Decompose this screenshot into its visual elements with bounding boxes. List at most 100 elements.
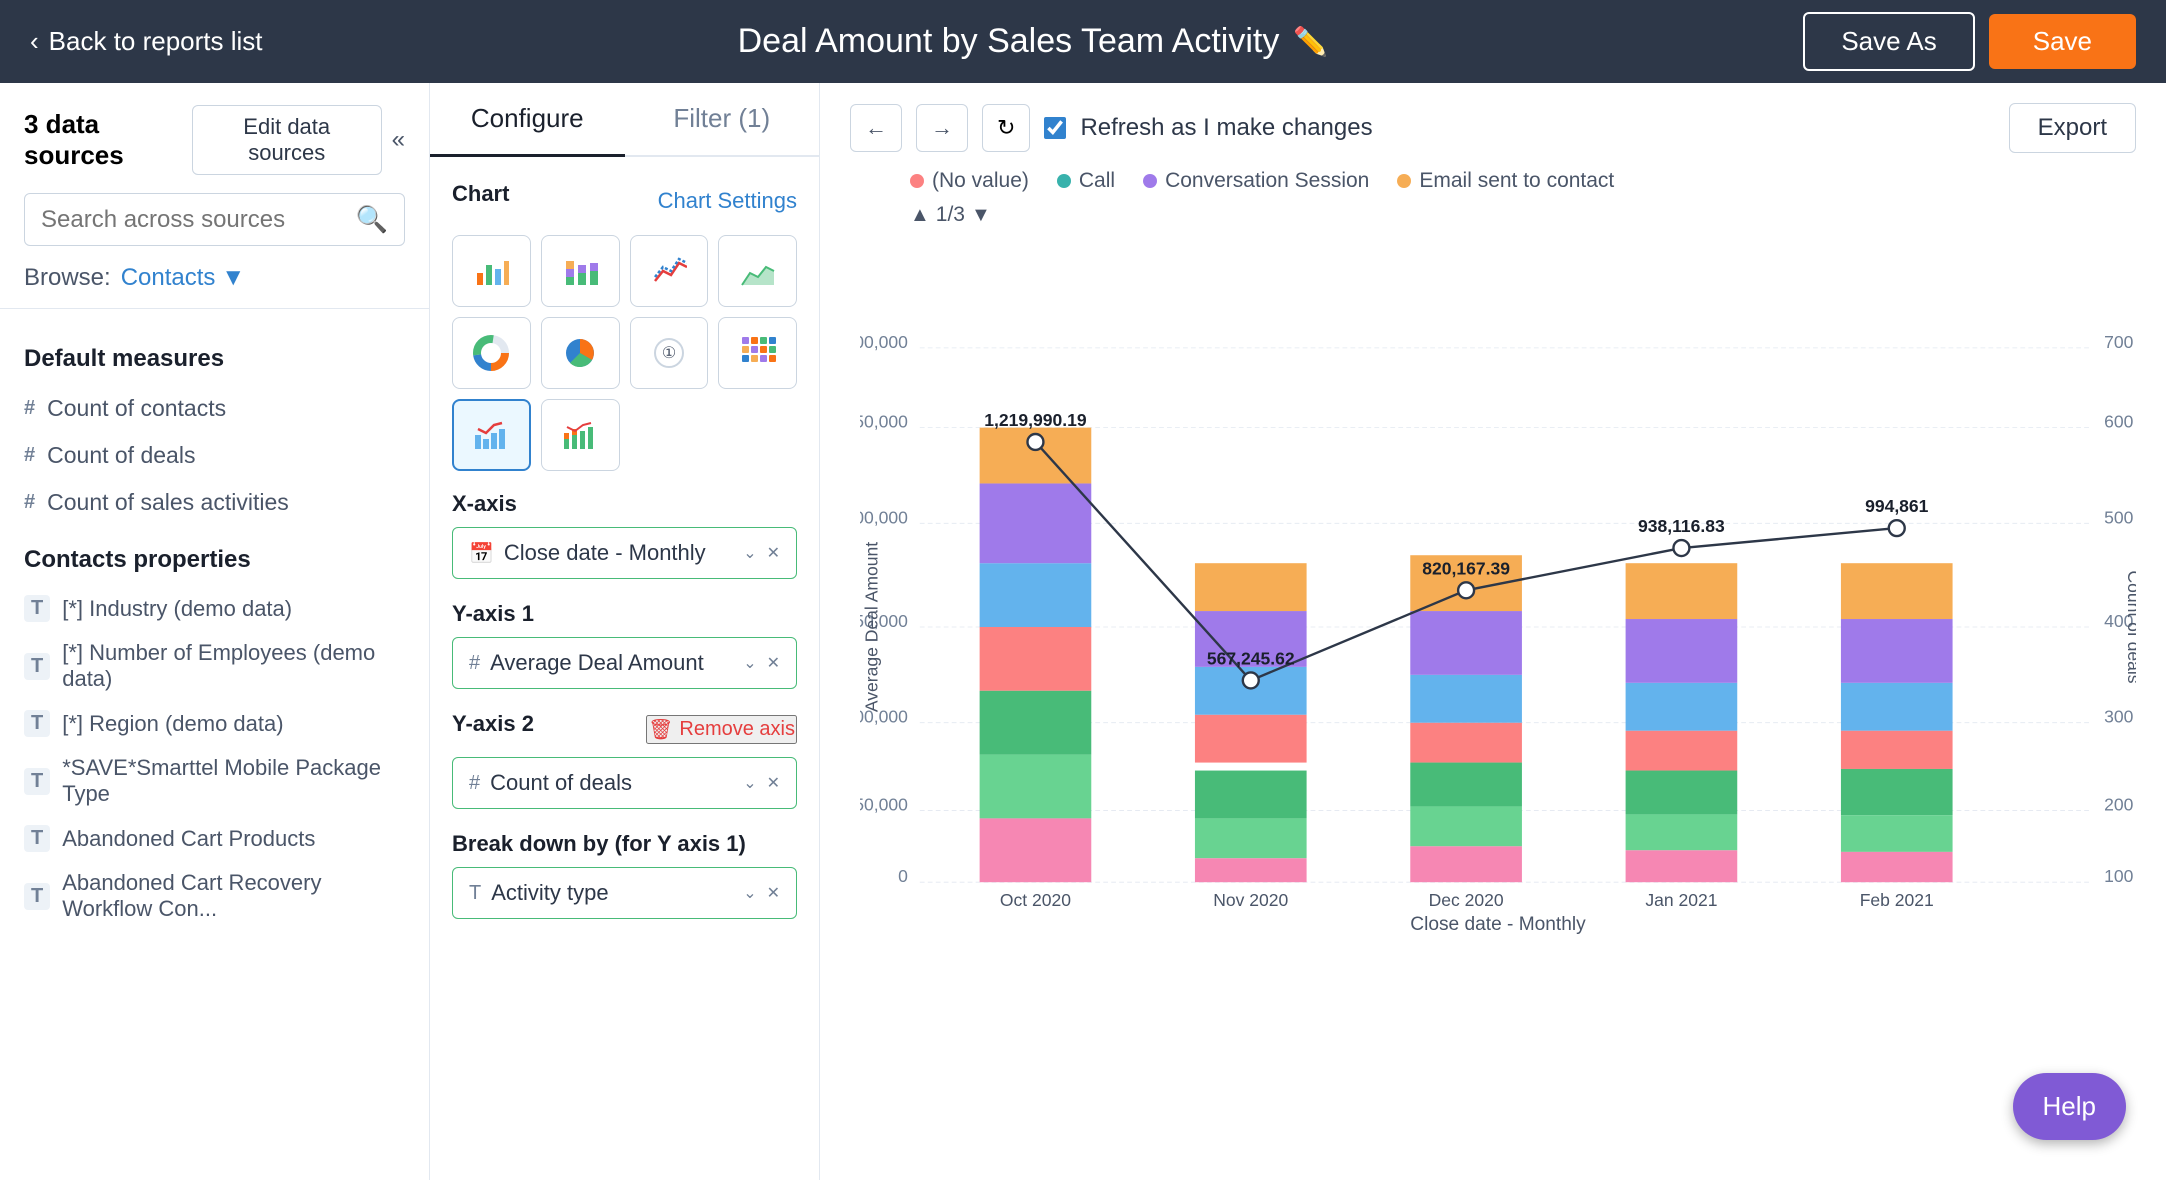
remove-axis-button[interactable]: 🗑 Remove axis xyxy=(646,715,797,744)
legend-dot-no-value xyxy=(910,174,924,188)
save-button[interactable]: Save xyxy=(1989,14,2136,69)
back-link[interactable]: ‹ Back to reports list xyxy=(30,26,263,57)
svg-text:1,500,000: 1,500,000 xyxy=(860,332,908,352)
refresh-button[interactable]: ↻ xyxy=(982,104,1030,152)
yaxis2-value: Count of deals xyxy=(490,770,733,796)
undo-button[interactable]: ← xyxy=(850,104,902,152)
xaxis-selector[interactable]: 📅 Close date - Monthly ⌄ ✕ xyxy=(452,527,797,579)
search-box: 🔍 xyxy=(24,193,405,246)
collapse-sidebar-button[interactable]: « xyxy=(392,126,405,154)
chart-type-area[interactable] xyxy=(718,235,797,307)
measure-item-sales[interactable]: # Count of sales activities xyxy=(24,479,405,526)
prop-item-abandoned-workflow[interactable]: T Abandoned Cart Recovery Workflow Con..… xyxy=(24,861,405,931)
legend-call: Call xyxy=(1057,169,1115,193)
svg-text:820,167.39: 820,167.39 xyxy=(1422,558,1510,578)
legend-no-value: (No value) xyxy=(910,169,1029,193)
yaxis2-chevron-icon[interactable]: ⌄ xyxy=(743,773,756,793)
browse-dropdown[interactable]: Contacts ▼ xyxy=(121,264,245,292)
tab-configure[interactable]: Configure xyxy=(430,83,625,157)
save-as-button[interactable]: Save As xyxy=(1803,12,1974,71)
chart-type-combo[interactable] xyxy=(452,399,531,471)
prop-item-abandoned[interactable]: T Abandoned Cart Products xyxy=(24,816,405,861)
redo-button[interactable]: → xyxy=(916,104,968,152)
panel-tabs: Configure Filter (1) xyxy=(430,83,819,157)
yaxis1-actions: ⌄ ✕ xyxy=(743,653,780,673)
measure-label-deals: Count of deals xyxy=(47,442,195,469)
hash-icon: # xyxy=(469,772,480,795)
measure-item-contacts[interactable]: # Count of contacts xyxy=(24,385,405,432)
yaxis1-clear-icon[interactable]: ✕ xyxy=(767,653,780,673)
remove-axis-label: Remove axis xyxy=(679,718,795,741)
svg-text:Oct 2020: Oct 2020 xyxy=(1000,890,1071,910)
xaxis-clear-icon[interactable]: ✕ xyxy=(767,543,780,563)
chart-type-bar[interactable] xyxy=(452,235,531,307)
chart-settings-link[interactable]: Chart Settings xyxy=(658,188,797,214)
chart-legend: (No value) Call Conversation Session Ema… xyxy=(910,169,2136,193)
prop-type-t: T xyxy=(24,653,50,680)
header-actions: Save As Save xyxy=(1803,12,2136,71)
svg-text:Average Deal Amount: Average Deal Amount xyxy=(862,542,882,712)
prop-item-region[interactable]: T [*] Region (demo data) xyxy=(24,701,405,746)
prop-type-t: T xyxy=(24,595,50,622)
breakdown-chevron-icon[interactable]: ⌄ xyxy=(743,883,756,903)
prop-item-employees[interactable]: T [*] Number of Employees (demo data) xyxy=(24,631,405,701)
measure-item-deals[interactable]: # Count of deals xyxy=(24,432,405,479)
prop-type-t: T xyxy=(24,825,50,852)
breakdown-selector[interactable]: T Activity type ⌄ ✕ xyxy=(452,867,797,919)
breakdown-actions: ⌄ ✕ xyxy=(743,883,780,903)
browse-label: Browse: xyxy=(24,264,111,292)
svg-text:100: 100 xyxy=(2104,866,2134,886)
trash-icon: 🗑 xyxy=(648,717,673,742)
chart-type-donut[interactable] xyxy=(452,317,531,389)
chart-section-label: Chart xyxy=(452,181,509,207)
chart-type-stacked-bar[interactable] xyxy=(541,235,620,307)
chart-area: ← → ↻ Refresh as I make changes Export (… xyxy=(820,83,2166,1180)
svg-text:600: 600 xyxy=(2104,412,2134,432)
edit-title-icon[interactable]: ✏️ xyxy=(1293,25,1328,58)
back-label: Back to reports list xyxy=(49,26,263,57)
xaxis-chevron-icon[interactable]: ⌄ xyxy=(743,543,756,563)
main-layout: 3 data sources Edit data sources « 🔍 Bro… xyxy=(0,83,2166,1180)
yaxis1-section: Y-axis 1 # Average Deal Amount ⌄ ✕ xyxy=(452,601,797,689)
svg-text:①: ① xyxy=(662,345,676,362)
export-button[interactable]: Export xyxy=(2009,103,2136,153)
nav-next-button[interactable]: ▼ xyxy=(971,204,991,227)
title-text: Deal Amount by Sales Team Activity xyxy=(738,22,1280,61)
svg-text:200: 200 xyxy=(2104,794,2134,814)
yaxis2-actions: ⌄ ✕ xyxy=(743,773,780,793)
yaxis2-clear-icon[interactable]: ✕ xyxy=(767,773,780,793)
svg-text:Count of deals: Count of deals xyxy=(2124,570,2136,683)
report-title: Deal Amount by Sales Team Activity ✏️ xyxy=(263,22,1804,61)
edit-data-sources-button[interactable]: Edit data sources xyxy=(192,105,382,175)
svg-text:250,000: 250,000 xyxy=(860,794,908,814)
prop-label-smarttel: *SAVE*Smarttel Mobile Package Type xyxy=(62,755,405,807)
legend-label-call: Call xyxy=(1079,169,1115,193)
search-input[interactable] xyxy=(41,206,356,234)
prop-type-t: T xyxy=(24,710,50,737)
contacts-props-title: Contacts properties xyxy=(24,546,405,574)
prop-item-smarttel[interactable]: T *SAVE*Smarttel Mobile Package Type xyxy=(24,746,405,816)
nav-prev-button[interactable]: ▲ xyxy=(910,204,930,227)
chart-type-heatmap[interactable] xyxy=(718,317,797,389)
refresh-checkbox[interactable] xyxy=(1044,117,1066,139)
svg-text:1,219,990.19: 1,219,990.19 xyxy=(984,410,1087,430)
yaxis2-label: Y-axis 2 xyxy=(452,711,534,737)
yaxis2-selector[interactable]: # Count of deals ⌄ ✕ xyxy=(452,757,797,809)
header: ‹ Back to reports list Deal Amount by Sa… xyxy=(0,0,2166,83)
chart-toolbar: ← → ↻ Refresh as I make changes Export xyxy=(850,103,2136,153)
yaxis1-selector[interactable]: # Average Deal Amount ⌄ ✕ xyxy=(452,637,797,689)
svg-text:994,861: 994,861 xyxy=(1865,496,1929,516)
chart-type-number[interactable]: ① xyxy=(630,317,709,389)
chart-type-pie[interactable] xyxy=(541,317,620,389)
measure-label-contacts: Count of contacts xyxy=(47,395,226,422)
chart-type-combo2[interactable] xyxy=(541,399,620,471)
svg-text:300: 300 xyxy=(2104,707,2134,727)
breakdown-clear-icon[interactable]: ✕ xyxy=(767,883,780,903)
tab-filter[interactable]: Filter (1) xyxy=(625,83,820,157)
chart-type-line[interactable] xyxy=(630,235,709,307)
yaxis1-chevron-icon[interactable]: ⌄ xyxy=(743,653,756,673)
chart-svg: 1,500,000 1,250,000 1,000,000 750,000 50… xyxy=(860,237,2136,1017)
prop-item-industry[interactable]: T [*] Industry (demo data) xyxy=(24,586,405,631)
yaxis1-label: Y-axis 1 xyxy=(452,601,797,627)
help-button[interactable]: Help xyxy=(2013,1073,2126,1140)
